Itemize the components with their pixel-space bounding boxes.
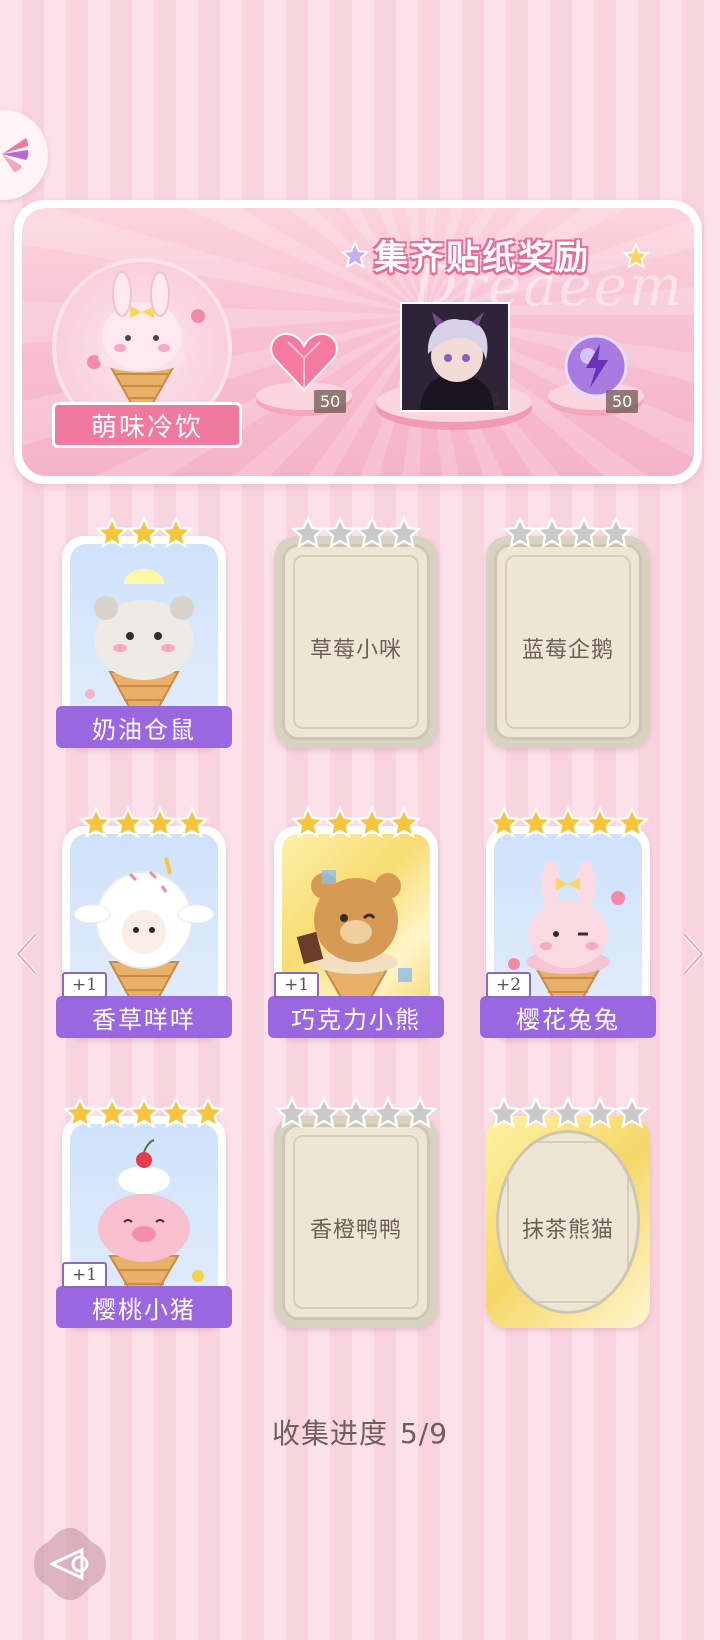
star-filled-icon — [323, 806, 357, 839]
sticker-card[interactable]: 樱桃小猪 +1 — [56, 1096, 232, 1328]
star-filled-icon — [159, 516, 193, 549]
star-rating — [274, 1096, 438, 1130]
star-filled-icon — [111, 806, 145, 839]
star-empty-icon — [503, 516, 537, 549]
sticker-card[interactable]: 香草咩咩 +1 — [56, 806, 232, 1038]
star-filled-icon — [583, 806, 617, 839]
star-rating — [62, 516, 226, 550]
star-rating — [486, 806, 650, 840]
star-empty-icon — [583, 1096, 617, 1129]
fan-icon — [2, 138, 29, 172]
card-frame: 香草咩咩 +1 — [56, 826, 232, 1038]
star-filled-icon — [175, 806, 209, 839]
locked-sticker-name: 蓝莓企鹅 — [521, 638, 614, 663]
reward-count: 1 — [492, 390, 503, 409]
star-filled-icon — [127, 516, 161, 549]
star-filled-icon — [519, 806, 553, 839]
star-filled-icon — [143, 806, 177, 839]
star-empty-icon — [307, 1096, 341, 1129]
star-filled-icon — [191, 1096, 225, 1129]
star-empty-icon — [615, 1096, 649, 1129]
star-empty-icon — [275, 1096, 309, 1129]
deco-star-icon — [340, 240, 370, 269]
star-filled-icon — [95, 1096, 129, 1129]
star-filled-icon — [355, 806, 389, 839]
reward-banner: Dreaeem 集齐贴纸奖励 萌味冷饮 50 1 50 — [14, 200, 702, 484]
star-filled-icon — [79, 806, 113, 839]
duplicate-count-badge: +2 — [486, 972, 532, 998]
progress-value: 5/9 — [399, 1417, 449, 1450]
reward-count: 50 — [314, 390, 347, 413]
sticker-name: 巧克力小熊 — [268, 996, 444, 1038]
collection-progress: 收集进度 5/9 — [0, 1412, 720, 1452]
card-frame: 草莓小咪 — [274, 536, 438, 748]
star-empty-icon — [551, 1096, 585, 1129]
star-filled-icon — [387, 806, 421, 839]
star-rating — [274, 806, 438, 840]
star-empty-icon — [291, 516, 325, 549]
side-menu-tab[interactable] — [0, 110, 48, 200]
star-empty-icon — [339, 1096, 373, 1129]
duplicate-count-badge: +1 — [62, 1262, 108, 1288]
star-rating — [486, 1096, 650, 1130]
progress-label: 收集进度 — [271, 1417, 388, 1450]
sticker-card[interactable]: 草莓小咪 — [274, 516, 438, 748]
sticker-card[interactable]: 香橙鸭鸭 — [274, 1096, 438, 1328]
star-rating — [486, 516, 650, 550]
star-filled-icon — [615, 806, 649, 839]
duplicate-count-badge: +1 — [274, 972, 320, 998]
locked-sticker-name: 抹茶熊猫 — [521, 1218, 614, 1243]
locked-sticker-name: 草莓小咪 — [309, 638, 402, 663]
sticker-card[interactable]: 樱花兔兔 +2 — [480, 806, 656, 1038]
sticker-card[interactable]: 巧克力小熊 +1 — [268, 806, 444, 1038]
card-frame: 抹茶熊猫 — [486, 1116, 650, 1328]
locked-sticker-name: 香橙鸭鸭 — [309, 1218, 402, 1243]
card-frame: 奶油仓鼠 — [56, 536, 232, 748]
sticker-name: 香草咩咩 — [56, 996, 232, 1038]
star-empty-icon — [519, 1096, 553, 1129]
star-empty-icon — [599, 516, 633, 549]
duplicate-count-badge: +1 — [62, 972, 108, 998]
star-empty-icon — [535, 516, 569, 549]
back-button[interactable] — [30, 1524, 110, 1604]
card-frame: 巧克力小熊 +1 — [268, 826, 444, 1038]
star-filled-icon — [551, 806, 585, 839]
banner-title: 集齐贴纸奖励 — [374, 238, 590, 278]
sticker-card[interactable]: 蓝莓企鹅 — [486, 516, 650, 748]
star-rating — [62, 1096, 226, 1130]
star-filled-icon — [127, 1096, 161, 1129]
star-empty-icon — [567, 516, 601, 549]
card-frame: 樱桃小猪 +1 — [56, 1116, 232, 1328]
reward-count: 50 — [606, 390, 639, 413]
star-rating — [274, 516, 438, 550]
pink-heart-gem-icon[interactable] — [268, 328, 340, 394]
star-empty-icon — [403, 1096, 437, 1129]
star-filled-icon — [487, 806, 521, 839]
card-frame: 香橙鸭鸭 — [274, 1116, 438, 1328]
card-frame: 蓝莓企鹅 — [486, 536, 650, 748]
star-empty-icon — [371, 1096, 405, 1129]
star-filled-icon — [63, 1096, 97, 1129]
card-frame: 樱花兔兔 +2 — [480, 826, 656, 1038]
sticker-name: 樱花兔兔 — [480, 996, 656, 1038]
star-filled-icon — [159, 1096, 193, 1129]
star-empty-icon — [487, 1096, 521, 1129]
sticker-name: 樱桃小猪 — [56, 1286, 232, 1328]
sticker-name: 奶油仓鼠 — [56, 706, 232, 748]
prev-arrow-icon[interactable] — [12, 930, 40, 978]
star-empty-icon — [323, 516, 357, 549]
star-empty-icon — [387, 516, 421, 549]
star-filled-icon — [95, 516, 129, 549]
deco-star-icon — [622, 242, 650, 269]
star-empty-icon — [355, 516, 389, 549]
sticker-card[interactable]: 抹茶熊猫 — [486, 1096, 650, 1328]
sticker-card[interactable]: 奶油仓鼠 — [56, 516, 232, 748]
next-arrow-icon[interactable] — [680, 930, 708, 978]
star-filled-icon — [291, 806, 325, 839]
set-name-ribbon: 萌味冷饮 — [52, 402, 242, 448]
star-rating — [62, 806, 226, 840]
